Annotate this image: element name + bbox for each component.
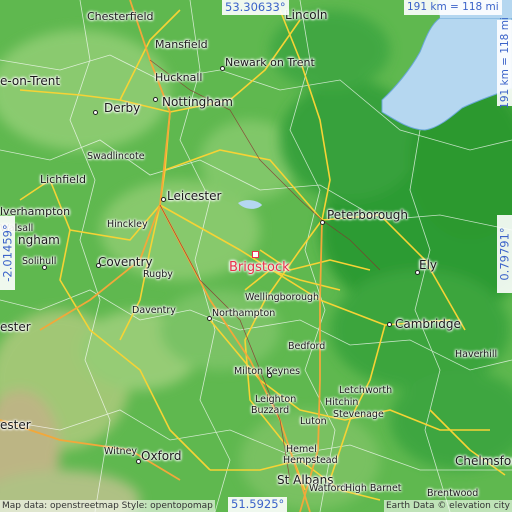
place-label: Buzzard: [251, 405, 290, 416]
town-dot: [42, 265, 47, 270]
place-label: Northampton: [212, 308, 276, 319]
location-marker-icon[interactable]: [252, 251, 259, 258]
town-dot: [320, 220, 325, 225]
place-label: Leicester: [167, 189, 222, 203]
place-label: Coventry: [98, 255, 153, 269]
place-label: Peterborough: [327, 208, 409, 222]
place-label: Solihull: [22, 256, 57, 267]
north-latitude-label: 53.30633°: [222, 0, 289, 15]
place-label: Hitchin: [325, 397, 359, 408]
place-label: Letchworth: [339, 385, 393, 396]
place-label: Haverhill: [455, 349, 498, 360]
place-label: Daventry: [132, 305, 176, 316]
place-label: Watford: [309, 483, 347, 494]
place-label: Wellingborough: [245, 292, 320, 303]
west-longitude-label: -2.01459°: [0, 216, 15, 290]
map-attribution: Map data: openstreetmap Style: opentopom…: [0, 500, 215, 512]
place-label: Nottingham: [162, 95, 233, 109]
place-label: Swadlincote: [87, 151, 145, 162]
place-label: Mansfield: [155, 38, 208, 51]
place-label: Ely: [419, 258, 438, 272]
map-view[interactable]: Chesterfield Lincoln Mansfield Newark on…: [0, 0, 512, 512]
elevation-attribution: Earth Data © elevation city: [383, 500, 512, 512]
place-label: ester: [0, 418, 31, 432]
horizontal-scale-label: 191 km = 118 mi: [404, 0, 502, 15]
place-label: Hempstead: [283, 455, 338, 466]
south-latitude-label: 51.5925°: [228, 497, 288, 512]
vertical-scale-label: 191 km = 118 mi: [497, 17, 512, 109]
town-dot: [93, 110, 98, 115]
place-label: e-on-Trent: [0, 74, 61, 88]
place-label: Cambridge: [395, 317, 461, 331]
town-dot: [161, 197, 166, 202]
place-label: Lincoln: [285, 8, 328, 22]
place-label: Oxford: [141, 449, 182, 463]
town-dot: [220, 66, 225, 71]
highlighted-place-label[interactable]: Brigstock: [229, 260, 290, 275]
place-label: Leighton: [255, 394, 297, 405]
town-dot: [96, 263, 101, 268]
town-dot: [153, 97, 158, 102]
town-dot: [387, 322, 392, 327]
place-label: High Barnet: [345, 483, 402, 494]
place-label: Derby: [104, 101, 141, 115]
place-label: Witney: [104, 446, 138, 457]
town-dot: [207, 316, 212, 321]
place-label: Lichfield: [40, 173, 86, 186]
place-label: ngham: [18, 233, 60, 247]
place-label: Luton: [300, 416, 327, 427]
place-label: Bedford: [288, 341, 326, 352]
town-dot: [267, 373, 272, 378]
place-label: Hucknall: [155, 71, 203, 84]
town-dot: [415, 270, 420, 275]
east-longitude-label: 0.79791°: [497, 215, 512, 293]
place-label: Rugby: [143, 269, 173, 280]
place-label: Chesterfield: [87, 10, 154, 23]
place-label: Chelmsford: [455, 454, 512, 468]
town-dot: [136, 459, 141, 464]
place-label: Hemel: [286, 444, 317, 455]
place-label: Brentwood: [427, 488, 479, 499]
place-label: Newark on Trent: [225, 56, 315, 69]
place-label: Stevenage: [333, 409, 384, 420]
place-label: ester: [0, 320, 31, 334]
place-label: Hinckley: [107, 219, 148, 230]
